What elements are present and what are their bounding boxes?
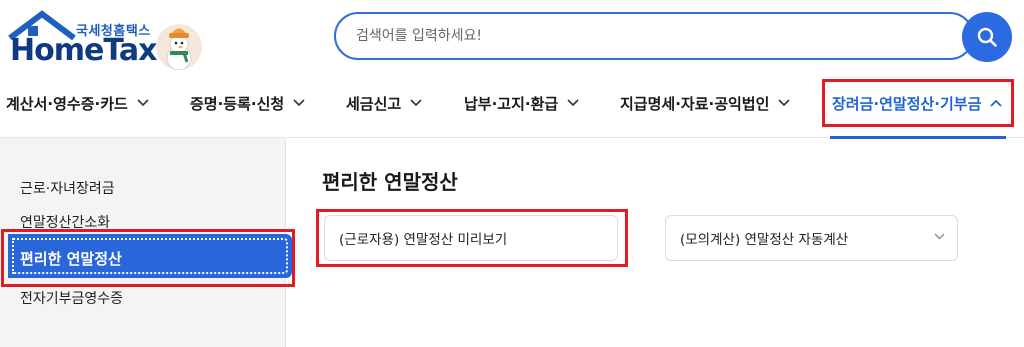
nav-item-label: 납부·고지·환급 <box>464 94 559 113</box>
card-highlight-box <box>316 209 628 267</box>
page-title: 편리한 연말정산 <box>322 170 458 194</box>
nav-item-certificate-registration[interactable]: 증명·등록·신청 <box>190 78 305 128</box>
nav-highlight-box <box>822 79 1014 127</box>
nav-item-label: 세금신고 <box>346 94 402 113</box>
yearend-auto-calc-card[interactable]: (모의계산) 연말정산 자동계산 <box>665 215 958 261</box>
search-input[interactable] <box>356 14 916 58</box>
sidebar-item-work-child-incentive[interactable]: 근로·자녀장려금 <box>20 178 115 198</box>
card-label: (모의계산) 연말정산 자동계산 <box>680 232 849 248</box>
snowman-mascot-icon <box>156 24 202 70</box>
chevron-down-icon <box>293 99 305 107</box>
logo-title: HomeTax <box>10 33 158 68</box>
chevron-down-icon <box>567 99 579 107</box>
sidebar-item-e-donation-receipt[interactable]: 전자기부금영수증 <box>20 288 123 308</box>
sidebar-highlight-box <box>1 229 295 287</box>
hometax-logo[interactable]: 국세청홈택스 HomeTax <box>6 8 206 70</box>
nav-item-tax-filing[interactable]: 세금신고 <box>346 78 422 128</box>
nav-item-payment-statement[interactable]: 지급명세·자료·공익법인 <box>620 78 790 128</box>
chevron-down-icon <box>137 99 149 107</box>
nav-item-payment-refund[interactable]: 납부·고지·환급 <box>464 78 579 128</box>
nav-item-label: 지급명세·자료·공익법인 <box>620 94 770 113</box>
chevron-down-icon <box>934 233 945 240</box>
sidebar: 근로·자녀장려금 연말정산간소화 편리한 연말정산 전자기부금영수증 <box>0 138 295 347</box>
chevron-down-icon <box>778 99 790 107</box>
nav-active-indicator <box>830 136 1006 139</box>
chevron-down-icon <box>410 99 422 107</box>
nav-item-label: 증명·등록·신청 <box>190 94 285 113</box>
search-box <box>334 12 974 60</box>
nav-item-label: 계산서·영수증·카드 <box>6 94 128 113</box>
search-button[interactable] <box>962 12 1012 62</box>
nav-item-invoice-receipt-card[interactable]: 계산서·영수증·카드 <box>6 78 149 128</box>
search-icon <box>977 27 997 47</box>
